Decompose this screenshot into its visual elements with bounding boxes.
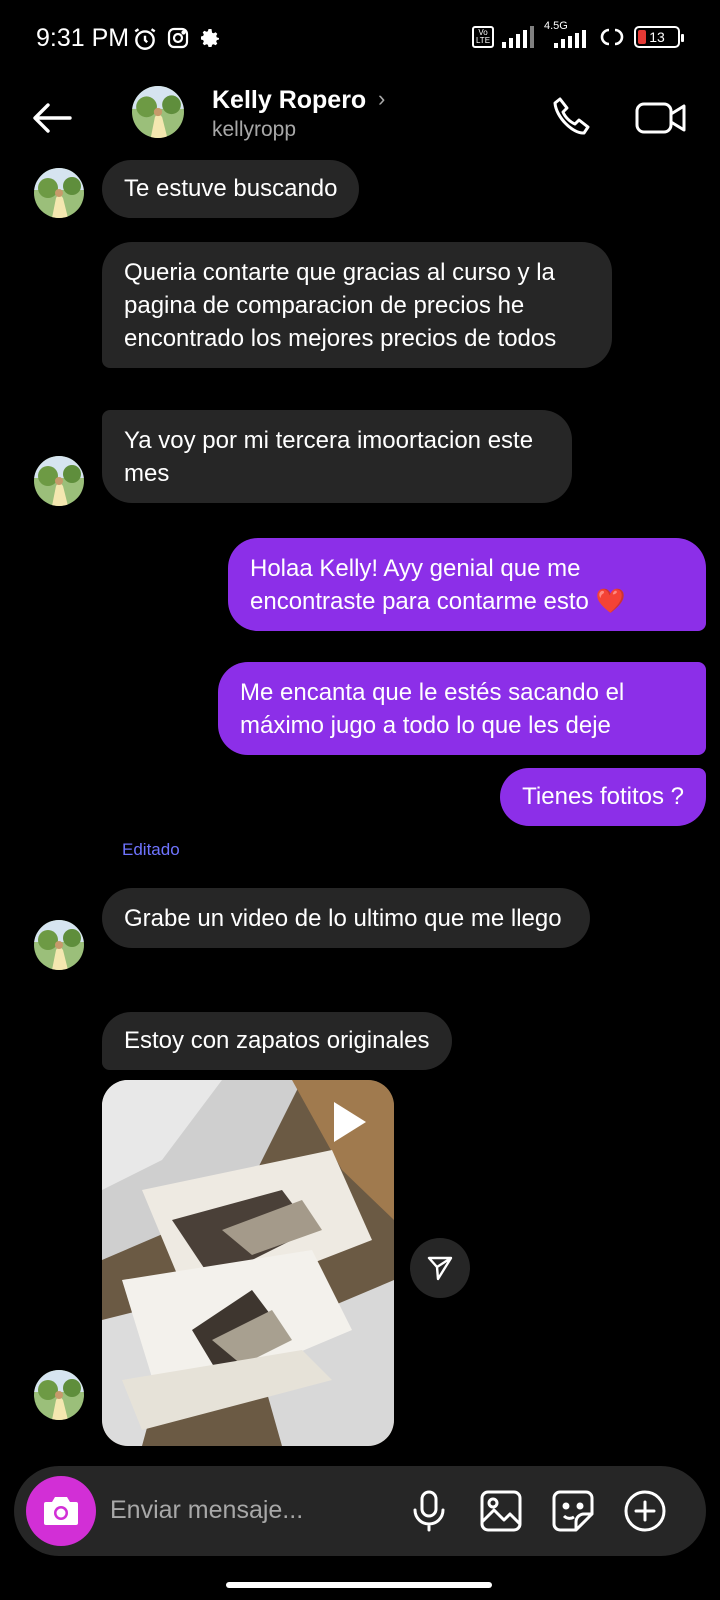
message-bubble-incoming[interactable]: Ya voy por mi tercera imoortacion este m… [102, 410, 572, 503]
microphone-icon[interactable] [406, 1488, 452, 1534]
share-icon [427, 1256, 453, 1281]
status-time: 9:31 PM [36, 24, 130, 52]
settings-gear-icon [201, 29, 219, 47]
avatar[interactable] [34, 1370, 84, 1420]
chat-header: Kelly Ropero › kellyropp [0, 80, 720, 170]
signal-icon-2 [554, 30, 586, 48]
camera-icon [44, 1497, 78, 1525]
avatar[interactable] [132, 86, 184, 138]
instagram-icon [167, 27, 189, 49]
battery-icon: 13 [634, 26, 684, 48]
chevron-right-icon[interactable]: › [378, 86, 385, 112]
contact-name[interactable]: Kelly Ropero [212, 86, 366, 115]
gallery-icon[interactable] [478, 1488, 524, 1534]
signal-icon [502, 26, 534, 48]
message-bubble-incoming[interactable]: Te estuve buscando [102, 160, 360, 218]
plus-icon[interactable] [622, 1488, 668, 1534]
sticker-icon[interactable] [550, 1488, 596, 1534]
avatar[interactable] [34, 168, 84, 218]
share-button[interactable] [410, 1238, 470, 1298]
play-icon[interactable] [330, 1100, 370, 1144]
video-camera-icon[interactable] [634, 94, 688, 142]
message-bubble-incoming[interactable]: Estoy con zapatos originales [102, 1012, 452, 1070]
avatar[interactable] [34, 920, 84, 970]
home-indicator[interactable] [226, 1582, 492, 1588]
video-message-thumbnail[interactable] [102, 1080, 394, 1446]
hotspot-link-icon [600, 28, 624, 46]
message-bubble-incoming[interactable]: Queria contarte que gracias al curso y l… [102, 242, 612, 368]
camera-button[interactable] [26, 1476, 96, 1546]
message-bubble-outgoing[interactable]: Holaa Kelly! Ayy genial que me encontras… [228, 538, 706, 631]
contact-username[interactable]: kellyropp [212, 118, 296, 142]
back-arrow-icon[interactable] [28, 94, 76, 142]
avatar[interactable] [34, 456, 84, 506]
status-bar: 9:31 PM Vo LTE 4.5G 13 [0, 0, 720, 80]
battery-level: 13 [649, 29, 665, 45]
message-bubble-incoming[interactable]: Grabe un video de lo ultimo que me llego [102, 888, 590, 948]
message-input[interactable] [110, 1490, 390, 1530]
alarm-icon [134, 28, 156, 50]
edited-label: Editado [122, 840, 180, 859]
message-bubble-outgoing[interactable]: Tienes fotitos ? [500, 768, 706, 826]
message-composer [14, 1466, 706, 1556]
phone-icon[interactable] [548, 94, 596, 142]
volte-icon: Vo LTE [472, 26, 494, 48]
message-bubble-outgoing[interactable]: Me encanta que le estés sacando el máxim… [218, 662, 706, 755]
